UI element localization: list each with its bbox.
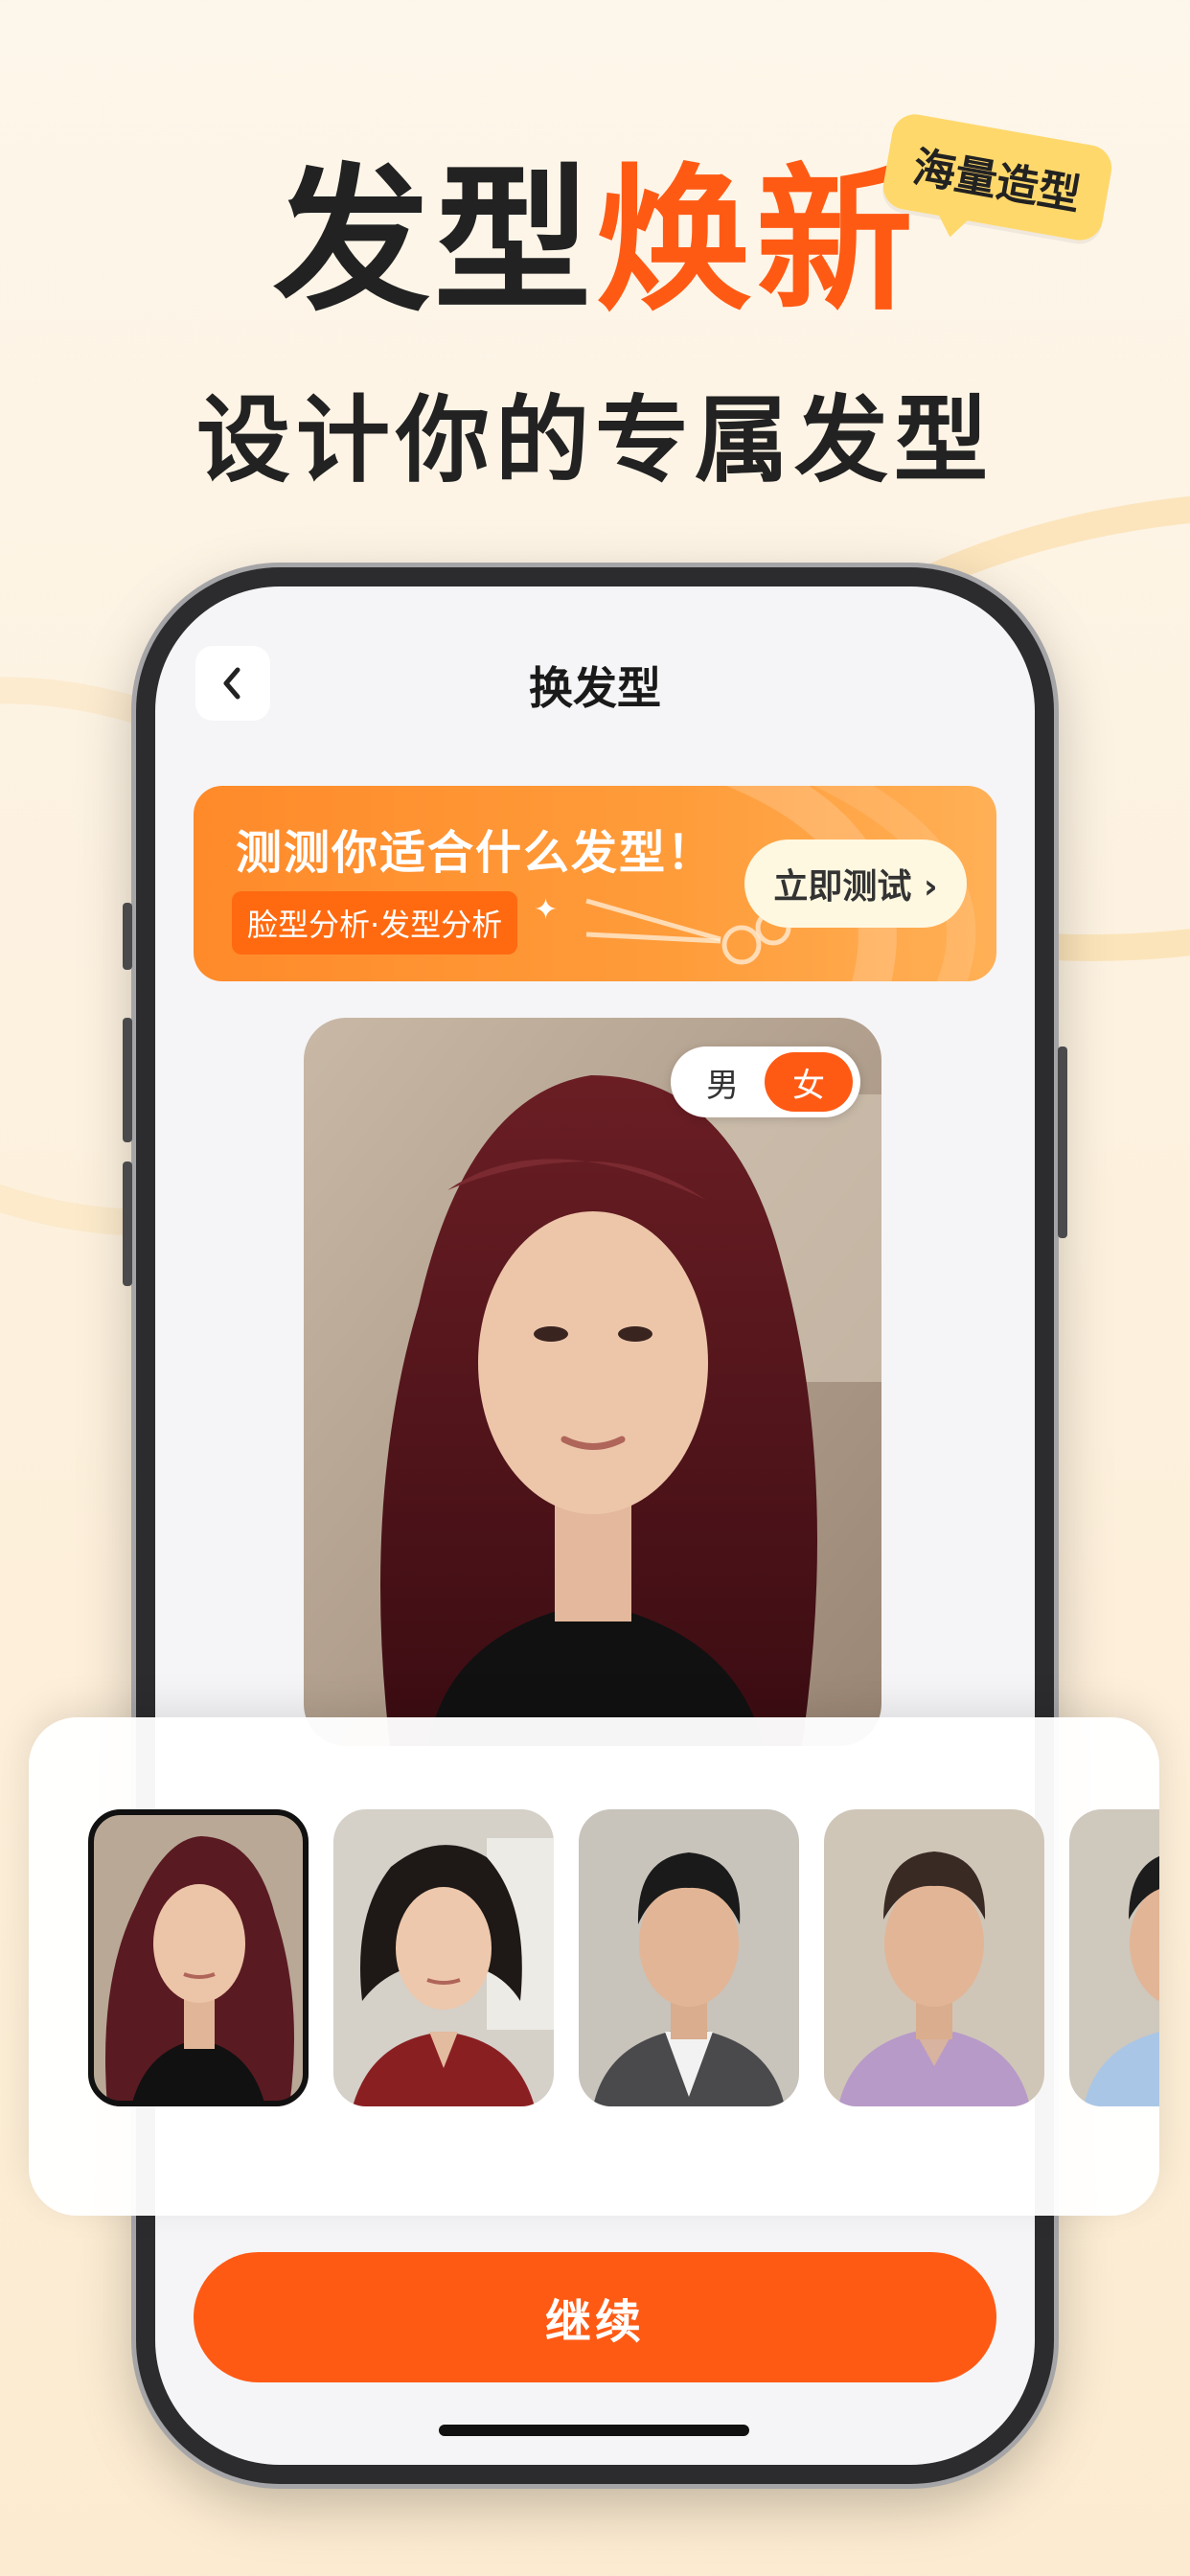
page-title: 换发型 — [529, 662, 661, 714]
phone-side-button — [1058, 1046, 1067, 1238]
start-test-button[interactable]: 立即测试 › — [744, 840, 967, 928]
hero-title-part2: 焕新 — [595, 150, 918, 333]
model-thumbnail[interactable] — [824, 1809, 1044, 2106]
portrait-image — [824, 1809, 1044, 2106]
model-thumbnail[interactable] — [1069, 1809, 1159, 2106]
model-thumbnail[interactable] — [333, 1809, 554, 2106]
continue-button[interactable]: 继续 — [194, 2252, 996, 2382]
phone-side-button — [123, 903, 132, 970]
gender-female-option[interactable]: 女 — [765, 1052, 853, 1112]
model-thumbnail-list[interactable] — [88, 1809, 1159, 2106]
hero-subtitle: 设计你的专属发型 — [195, 386, 994, 495]
model-thumbnail[interactable] — [579, 1809, 799, 2106]
gender-toggle[interactable]: 男 女 — [671, 1046, 860, 1117]
phone-side-button — [123, 1018, 132, 1142]
phone-side-button — [123, 1162, 132, 1286]
gender-male-option[interactable]: 男 — [678, 1052, 767, 1112]
preview-photo — [304, 1018, 881, 1746]
banner-title: 测测你适合什么发型！ — [236, 826, 716, 880]
model-picker-sheet — [29, 1717, 1159, 2216]
portrait-image — [579, 1809, 799, 2106]
sparkle-icon: ✦ — [534, 893, 559, 927]
model-thumbnail[interactable] — [88, 1809, 309, 2106]
banner-tag: 脸型分析·发型分析 — [232, 891, 518, 954]
hairstyle-test-banner[interactable]: 测测你适合什么发型！ 脸型分析·发型分析 ✦ 立即测试 › — [194, 786, 996, 981]
portrait-image — [304, 1018, 881, 1746]
portrait-image — [88, 1809, 309, 2106]
home-indicator — [439, 2425, 749, 2436]
portrait-image — [1069, 1809, 1159, 2106]
hero-title-part1: 发型 — [272, 150, 595, 333]
portrait-image — [333, 1809, 554, 2106]
